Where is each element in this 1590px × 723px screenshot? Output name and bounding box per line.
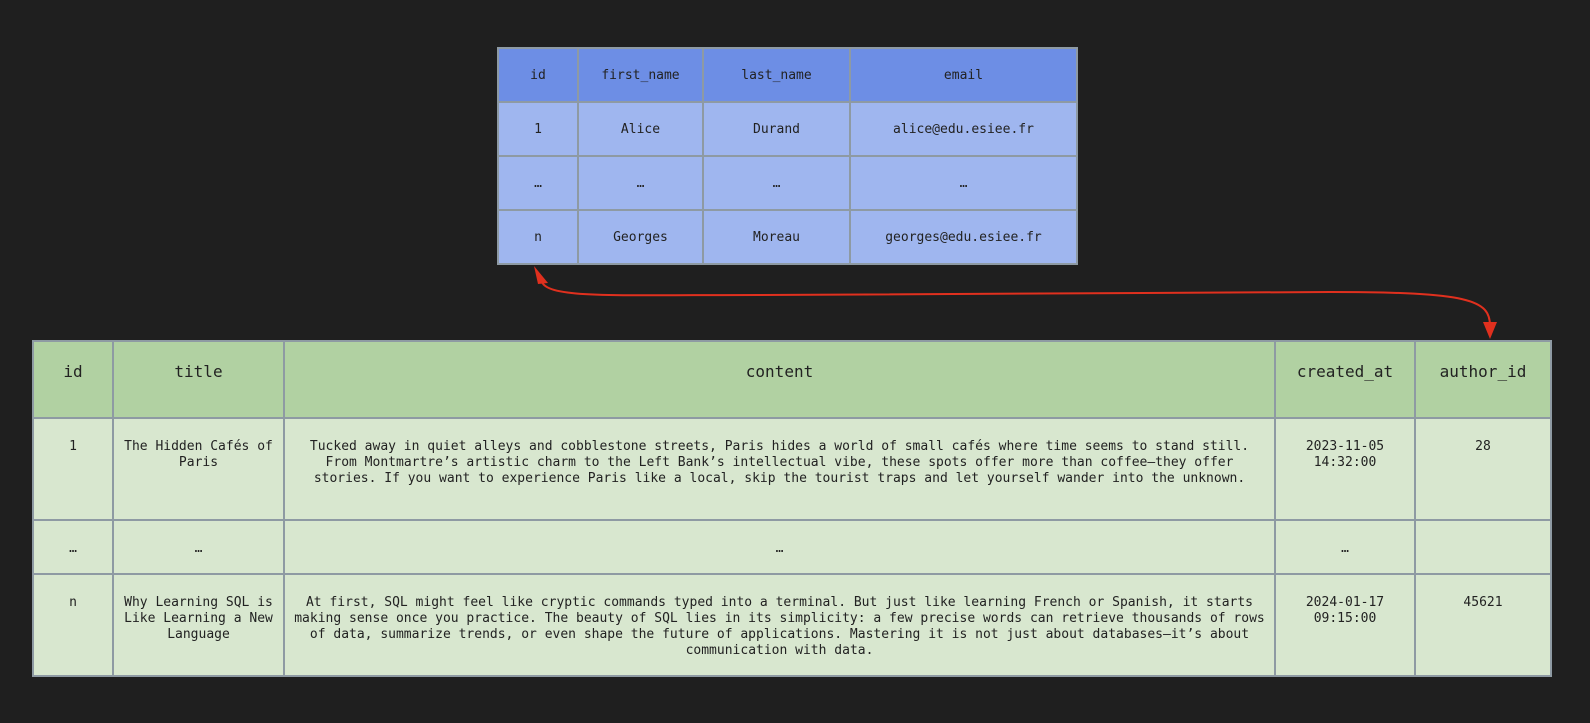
posts-cell-title: … [112, 519, 285, 575]
users-cell-first-name: Alice [577, 101, 704, 157]
users-cell-first-name: … [577, 155, 704, 211]
users-cell-last-name: Moreau [702, 209, 851, 265]
posts-cell-created-at: … [1274, 519, 1416, 575]
posts-cell-title: The Hidden Cafés of Paris [112, 417, 285, 521]
posts-row: 1 The Hidden Cafés of Paris Tucked away … [32, 417, 1552, 521]
posts-header-title: title [112, 340, 285, 419]
foreign-key-arrow-line [540, 277, 1491, 327]
users-header-last-name: last_name [702, 47, 851, 103]
posts-cell-id: … [32, 519, 114, 575]
users-header-id: id [497, 47, 579, 103]
users-cell-email: alice@edu.esiee.fr [849, 101, 1078, 157]
posts-cell-content: Tucked away in quiet alleys and cobblest… [283, 417, 1276, 521]
posts-row: … … … … [32, 519, 1552, 575]
posts-row: n Why Learning SQL is Like Learning a Ne… [32, 573, 1552, 677]
users-cell-id: n [497, 209, 579, 265]
posts-header-id: id [32, 340, 114, 419]
posts-header-content: content [283, 340, 1276, 419]
users-cell-last-name: Durand [702, 101, 851, 157]
posts-cell-content: At first, SQL might feel like cryptic co… [283, 573, 1276, 677]
posts-header-author-id: author_id [1414, 340, 1552, 419]
posts-header-created-at: created_at [1274, 340, 1416, 419]
arrowhead-icon [1483, 322, 1497, 339]
posts-cell-author-id [1414, 519, 1552, 575]
users-cell-id: 1 [497, 101, 579, 157]
posts-header-row: id title content created_at author_id [32, 340, 1552, 419]
arrowhead-icon [534, 266, 548, 284]
posts-cell-title: Why Learning SQL is Like Learning a New … [112, 573, 285, 677]
users-cell-email: georges@edu.esiee.fr [849, 209, 1078, 265]
posts-cell-created-at: 2024-01-17 09:15:00 [1274, 573, 1416, 677]
posts-cell-created-at: 2023-11-05 14:32:00 [1274, 417, 1416, 521]
users-cell-id: … [497, 155, 579, 211]
posts-cell-author-id: 28 [1414, 417, 1552, 521]
posts-cell-content: … [283, 519, 1276, 575]
users-table: id first_name last_name email 1 Alice Du… [497, 47, 1078, 265]
users-header-row: id first_name last_name email [497, 47, 1078, 103]
users-cell-last-name: … [702, 155, 851, 211]
users-row: n Georges Moreau georges@edu.esiee.fr [497, 209, 1078, 265]
users-row: 1 Alice Durand alice@edu.esiee.fr [497, 101, 1078, 157]
users-cell-first-name: Georges [577, 209, 704, 265]
users-cell-email: … [849, 155, 1078, 211]
posts-cell-author-id: 45621 [1414, 573, 1552, 677]
users-header-email: email [849, 47, 1078, 103]
posts-cell-id: n [32, 573, 114, 677]
posts-table: id title content created_at author_id 1 … [32, 340, 1552, 677]
users-header-first-name: first_name [577, 47, 704, 103]
users-row: … … … … [497, 155, 1078, 211]
posts-cell-id: 1 [32, 417, 114, 521]
